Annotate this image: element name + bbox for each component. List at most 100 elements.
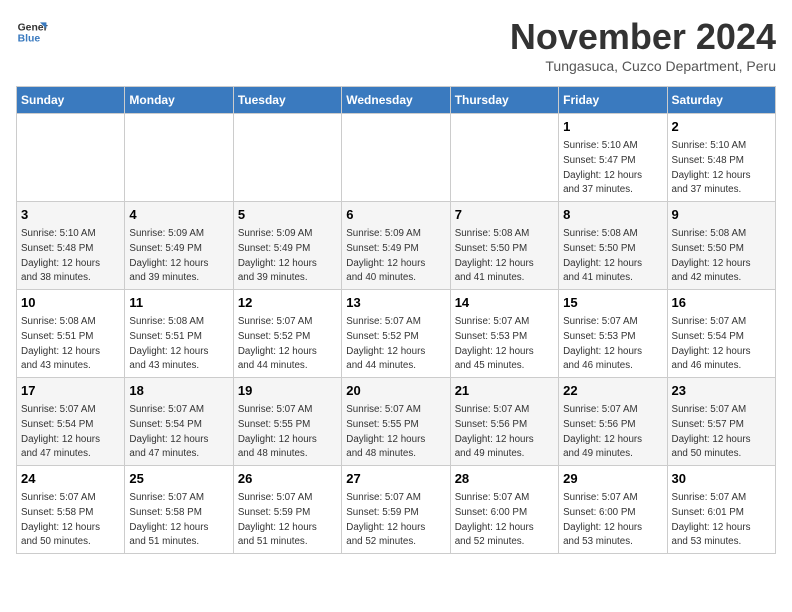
calendar-week-row: 17 Sunrise: 5:07 AM Sunset: 5:54 PM Dayli… <box>17 378 776 466</box>
logo-icon: General Blue <box>16 16 48 48</box>
day-info: Sunrise: 5:09 AM Sunset: 5:49 PM Dayligh… <box>238 228 317 283</box>
day-number: 10 <box>21 294 120 312</box>
day-number: 2 <box>672 118 771 136</box>
calendar-day-cell: 7 Sunrise: 5:08 AM Sunset: 5:50 PM Daylig… <box>450 202 558 290</box>
day-info: Sunrise: 5:07 AM Sunset: 5:56 PM Dayligh… <box>455 404 534 459</box>
page-header: General Blue November 2024 Tungasuca, Cu… <box>16 16 776 74</box>
calendar-day-cell <box>450 114 558 202</box>
day-number: 12 <box>238 294 337 312</box>
day-number: 22 <box>563 382 662 400</box>
calendar-header-row: SundayMondayTuesdayWednesdayThursdayFrid… <box>17 87 776 114</box>
day-number: 9 <box>672 206 771 224</box>
weekday-header: Tuesday <box>233 87 341 114</box>
calendar-day-cell: 25 Sunrise: 5:07 AM Sunset: 5:58 PM Dayli… <box>125 466 233 554</box>
calendar-day-cell: 23Sunrise: 5:07 AM Sunset: 5:57 PM Dayli… <box>667 378 775 466</box>
logo: General Blue <box>16 16 48 48</box>
day-info: Sunrise: 5:07 AM Sunset: 6:00 PM Dayligh… <box>563 492 642 547</box>
day-number: 25 <box>129 470 228 488</box>
calendar-day-cell: 21 Sunrise: 5:07 AM Sunset: 5:56 PM Dayli… <box>450 378 558 466</box>
day-info: Sunrise: 5:07 AM Sunset: 5:56 PM Dayligh… <box>563 404 642 459</box>
day-info: Sunrise: 5:08 AM Sunset: 5:51 PM Dayligh… <box>129 316 208 371</box>
day-info: Sunrise: 5:08 AM Sunset: 5:50 PM Dayligh… <box>455 228 534 283</box>
day-number: 15 <box>563 294 662 312</box>
calendar-day-cell: 20 Sunrise: 5:07 AM Sunset: 5:55 PM Dayli… <box>342 378 450 466</box>
day-info: Sunrise: 5:07 AM Sunset: 5:54 PM Dayligh… <box>129 404 208 459</box>
calendar-table: SundayMondayTuesdayWednesdayThursdayFrid… <box>16 86 776 554</box>
calendar-day-cell: 16 Sunrise: 5:07 AM Sunset: 5:54 PM Dayli… <box>667 290 775 378</box>
day-info: Sunrise: 5:07 AM Sunset: 6:01 PM Dayligh… <box>672 492 751 547</box>
day-number: 16 <box>672 294 771 312</box>
day-number: 19 <box>238 382 337 400</box>
location: Tungasuca, Cuzco Department, Peru <box>510 58 776 74</box>
calendar-day-cell: 13 Sunrise: 5:07 AM Sunset: 5:52 PM Dayli… <box>342 290 450 378</box>
weekday-header: Sunday <box>17 87 125 114</box>
calendar-day-cell: 14Sunrise: 5:07 AM Sunset: 5:53 PM Dayli… <box>450 290 558 378</box>
calendar-day-cell: 12 Sunrise: 5:07 AM Sunset: 5:52 PM Dayli… <box>233 290 341 378</box>
day-number: 13 <box>346 294 445 312</box>
day-info: Sunrise: 5:09 AM Sunset: 5:49 PM Dayligh… <box>129 228 208 283</box>
day-number: 27 <box>346 470 445 488</box>
calendar-day-cell: 27 Sunrise: 5:07 AM Sunset: 5:59 PM Dayli… <box>342 466 450 554</box>
day-number: 21 <box>455 382 554 400</box>
day-info: Sunrise: 5:07 AM Sunset: 5:59 PM Dayligh… <box>346 492 425 547</box>
day-info: Sunrise: 5:07 AM Sunset: 5:55 PM Dayligh… <box>238 404 317 459</box>
day-info: Sunrise: 5:07 AM Sunset: 5:55 PM Dayligh… <box>346 404 425 459</box>
calendar-body: 1 Sunrise: 5:10 AM Sunset: 5:47 PM Daylig… <box>17 114 776 554</box>
weekday-header: Wednesday <box>342 87 450 114</box>
calendar-day-cell <box>342 114 450 202</box>
day-number: 17 <box>21 382 120 400</box>
calendar-day-cell: 30 Sunrise: 5:07 AM Sunset: 6:01 PM Dayli… <box>667 466 775 554</box>
calendar-day-cell: 9 Sunrise: 5:08 AM Sunset: 5:50 PM Daylig… <box>667 202 775 290</box>
day-number: 20 <box>346 382 445 400</box>
calendar-day-cell: 29Sunrise: 5:07 AM Sunset: 6:00 PM Dayli… <box>559 466 667 554</box>
calendar-day-cell: 19 Sunrise: 5:07 AM Sunset: 5:55 PM Dayli… <box>233 378 341 466</box>
calendar-week-row: 10 Sunrise: 5:08 AM Sunset: 5:51 PM Dayli… <box>17 290 776 378</box>
calendar-day-cell: 5 Sunrise: 5:09 AM Sunset: 5:49 PM Daylig… <box>233 202 341 290</box>
day-info: Sunrise: 5:10 AM Sunset: 5:47 PM Dayligh… <box>563 140 642 195</box>
calendar-day-cell: 18 Sunrise: 5:07 AM Sunset: 5:54 PM Dayli… <box>125 378 233 466</box>
day-number: 28 <box>455 470 554 488</box>
calendar-day-cell: 2 Sunrise: 5:10 AM Sunset: 5:48 PM Daylig… <box>667 114 775 202</box>
calendar-day-cell: 6 Sunrise: 5:09 AM Sunset: 5:49 PM Daylig… <box>342 202 450 290</box>
calendar-day-cell: 24Sunrise: 5:07 AM Sunset: 5:58 PM Dayli… <box>17 466 125 554</box>
day-info: Sunrise: 5:08 AM Sunset: 5:51 PM Dayligh… <box>21 316 100 371</box>
calendar-day-cell: 26 Sunrise: 5:07 AM Sunset: 5:59 PM Dayli… <box>233 466 341 554</box>
calendar-week-row: 1 Sunrise: 5:10 AM Sunset: 5:47 PM Daylig… <box>17 114 776 202</box>
day-number: 5 <box>238 206 337 224</box>
day-info: Sunrise: 5:10 AM Sunset: 5:48 PM Dayligh… <box>21 228 100 283</box>
day-number: 7 <box>455 206 554 224</box>
calendar-day-cell <box>125 114 233 202</box>
calendar-week-row: 24Sunrise: 5:07 AM Sunset: 5:58 PM Dayli… <box>17 466 776 554</box>
weekday-header: Monday <box>125 87 233 114</box>
weekday-header: Saturday <box>667 87 775 114</box>
day-number: 30 <box>672 470 771 488</box>
day-info: Sunrise: 5:07 AM Sunset: 5:52 PM Dayligh… <box>238 316 317 371</box>
calendar-day-cell <box>233 114 341 202</box>
day-number: 26 <box>238 470 337 488</box>
calendar-day-cell: 28Sunrise: 5:07 AM Sunset: 6:00 PM Dayli… <box>450 466 558 554</box>
calendar-day-cell: 1 Sunrise: 5:10 AM Sunset: 5:47 PM Daylig… <box>559 114 667 202</box>
day-info: Sunrise: 5:07 AM Sunset: 5:59 PM Dayligh… <box>238 492 317 547</box>
day-info: Sunrise: 5:07 AM Sunset: 5:58 PM Dayligh… <box>129 492 208 547</box>
day-info: Sunrise: 5:07 AM Sunset: 5:54 PM Dayligh… <box>672 316 751 371</box>
weekday-header: Thursday <box>450 87 558 114</box>
calendar-day-cell: 15Sunrise: 5:07 AM Sunset: 5:53 PM Dayli… <box>559 290 667 378</box>
day-number: 3 <box>21 206 120 224</box>
day-info: Sunrise: 5:08 AM Sunset: 5:50 PM Dayligh… <box>672 228 751 283</box>
day-info: Sunrise: 5:07 AM Sunset: 5:52 PM Dayligh… <box>346 316 425 371</box>
day-number: 8 <box>563 206 662 224</box>
day-info: Sunrise: 5:07 AM Sunset: 5:58 PM Dayligh… <box>21 492 100 547</box>
day-number: 14 <box>455 294 554 312</box>
day-number: 1 <box>563 118 662 136</box>
day-info: Sunrise: 5:10 AM Sunset: 5:48 PM Dayligh… <box>672 140 751 195</box>
day-info: Sunrise: 5:07 AM Sunset: 5:54 PM Dayligh… <box>21 404 100 459</box>
day-number: 18 <box>129 382 228 400</box>
day-info: Sunrise: 5:08 AM Sunset: 5:50 PM Dayligh… <box>563 228 642 283</box>
day-number: 6 <box>346 206 445 224</box>
calendar-day-cell: 3 Sunrise: 5:10 AM Sunset: 5:48 PM Daylig… <box>17 202 125 290</box>
title-area: November 2024 Tungasuca, Cuzco Departmen… <box>510 16 776 74</box>
calendar-week-row: 3 Sunrise: 5:10 AM Sunset: 5:48 PM Daylig… <box>17 202 776 290</box>
day-info: Sunrise: 5:09 AM Sunset: 5:49 PM Dayligh… <box>346 228 425 283</box>
calendar-day-cell: 11Sunrise: 5:08 AM Sunset: 5:51 PM Dayli… <box>125 290 233 378</box>
day-number: 4 <box>129 206 228 224</box>
